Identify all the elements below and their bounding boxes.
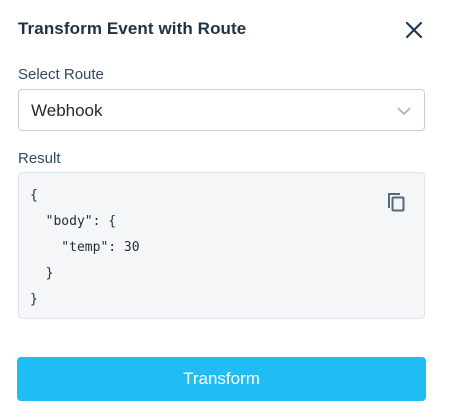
result-label: Result [18,150,61,167]
copy-button[interactable] [385,189,407,213]
close-button[interactable] [401,17,427,43]
result-code-panel: { "body": { "temp": 30 } } [18,172,425,319]
chevron-down-icon [397,107,411,115]
transform-button[interactable]: Transform [17,357,426,401]
route-select-value: Webhook [31,101,103,120]
result-code: { "body": { "temp": 30 } } [30,188,140,307]
copy-icon [388,193,405,212]
dialog-title: Transform Event with Route [18,19,247,38]
select-route-label: Select Route [18,66,104,83]
route-select[interactable]: Webhook [18,89,425,131]
close-icon [405,21,423,39]
